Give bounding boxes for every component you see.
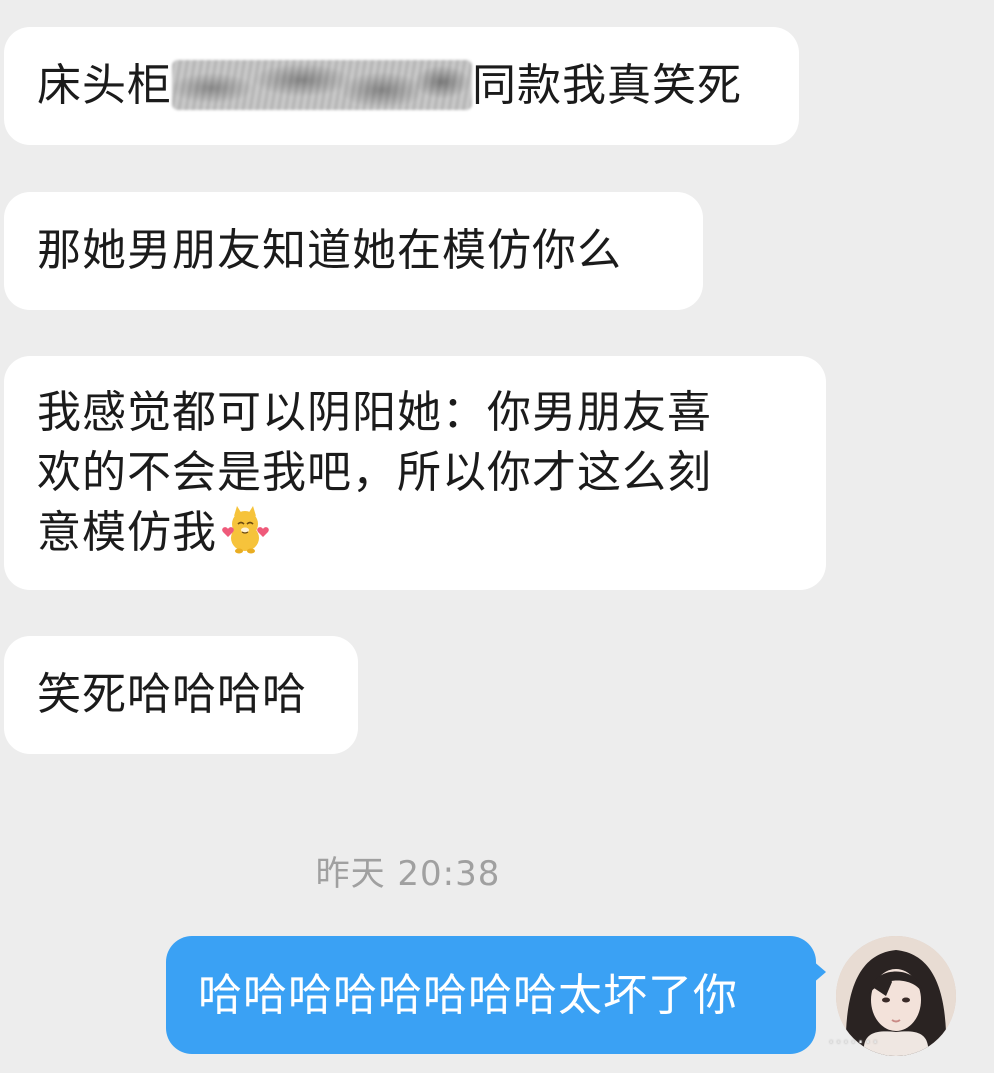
- cat-sticker-icon: [222, 506, 269, 554]
- message-text-line-3: 意模仿我: [37, 507, 217, 558]
- message-text-line-2: 欢的不会是我吧，所以你才这么刻: [37, 447, 712, 498]
- message-text: 哈哈哈哈哈哈哈哈太坏了你: [198, 970, 738, 1021]
- outgoing-bubble-tail: [812, 960, 826, 984]
- message-text-before-redaction: 床头柜: [37, 60, 172, 111]
- message-text-after-redaction: 同款我真笑死: [472, 60, 742, 111]
- message-text: 那她男朋友知道她在模仿你么: [37, 225, 622, 276]
- message-text: 笑死哈哈哈哈: [37, 669, 307, 720]
- redaction-blur: [172, 60, 472, 110]
- outgoing-message[interactable]: 哈哈哈哈哈哈哈哈太坏了你: [166, 936, 816, 1054]
- incoming-message-4[interactable]: 笑死哈哈哈哈: [4, 636, 358, 754]
- watermark-dots: ·······: [828, 1030, 880, 1054]
- message-timestamp: 昨天 20:38: [315, 854, 501, 894]
- message-text-line-1: 我感觉都可以阴阳她：你男朋友喜: [37, 387, 712, 438]
- incoming-message-1[interactable]: 床头柜 同款我真笑死: [4, 27, 799, 145]
- incoming-message-2[interactable]: 那她男朋友知道她在模仿你么: [4, 192, 703, 310]
- incoming-message-3[interactable]: 我感觉都可以阴阳她：你男朋友喜 欢的不会是我吧，所以你才这么刻 意模仿我: [4, 356, 826, 590]
